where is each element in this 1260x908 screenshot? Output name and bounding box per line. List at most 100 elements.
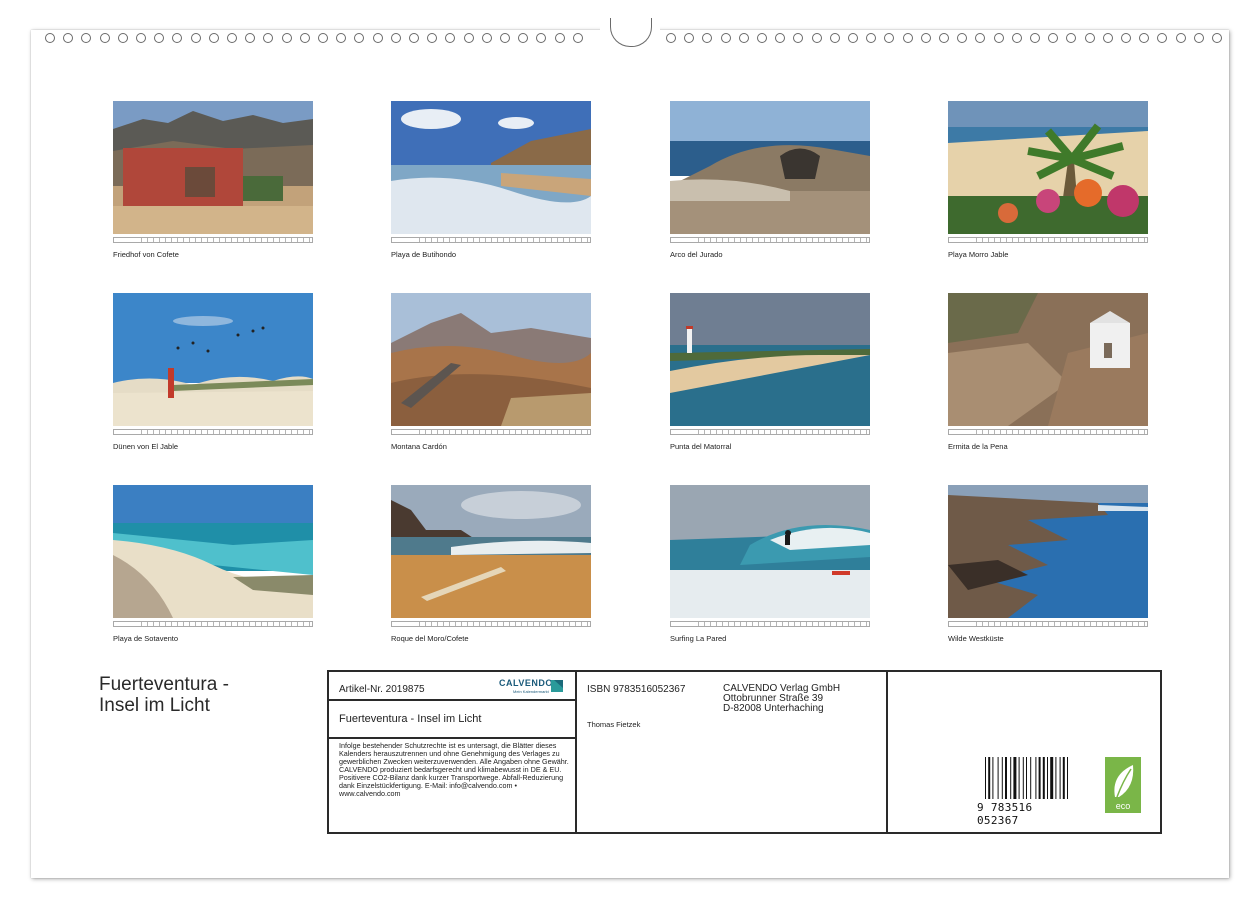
binding-hole	[1030, 33, 1040, 43]
barcode-bar	[1067, 757, 1068, 799]
date-grid	[391, 621, 591, 627]
barcode-bar	[1022, 757, 1024, 799]
binding-hole	[1048, 33, 1058, 43]
calendar-title-small: Fuerteventura - Insel im Licht	[339, 713, 482, 725]
binding-hole	[903, 33, 913, 43]
photo-card-12[interactable]: Wilde Westküste	[948, 485, 1148, 643]
binding-hole	[482, 33, 492, 43]
date-grid	[113, 621, 313, 627]
binding-hole	[757, 33, 767, 43]
date-grid	[113, 429, 313, 435]
binding-hole	[373, 33, 383, 43]
binding-hole	[500, 33, 510, 43]
photo-playa-de-butihondo	[391, 101, 591, 234]
binding-hole	[1157, 33, 1167, 43]
barcode-bar	[985, 757, 986, 799]
barcode-bar	[1050, 757, 1054, 799]
barcode-bar	[992, 757, 994, 799]
photo-wilde-westkueste	[948, 485, 1148, 618]
photo-card-10[interactable]: Roque del Moro/Cofete	[391, 485, 591, 643]
barcode-bar	[1038, 757, 1041, 799]
binding-hole	[830, 33, 840, 43]
barcode: 9 783516 052367	[977, 757, 1072, 827]
binding-hole	[1012, 33, 1022, 43]
photo-card-8[interactable]: Ermita de la Pena	[948, 293, 1148, 451]
publisher-address: CALVENDO Verlag GmbH Ottobrunner Straße …	[723, 684, 840, 714]
binding-hole	[318, 33, 328, 43]
binding-hole	[45, 33, 55, 43]
photo-caption: Wilde Westküste	[948, 634, 1004, 643]
barcode-bar	[1001, 757, 1003, 799]
barcode-digits: 9 783516 052367	[977, 801, 1033, 827]
binding-hole	[1085, 33, 1095, 43]
date-grid	[670, 621, 870, 627]
binding-hole	[702, 33, 712, 43]
barcode-bar	[1062, 757, 1065, 799]
photo-ermita-de-la-pena	[948, 293, 1148, 426]
photo-card-11[interactable]: Surfing La Pared	[670, 485, 870, 643]
eco-label: eco	[1116, 801, 1131, 811]
binding-hole	[884, 33, 894, 43]
binding-hole	[957, 33, 967, 43]
barcode-bar	[1055, 757, 1057, 799]
binding-hole	[336, 33, 346, 43]
calvendo-logo[interactable]: CALVENDO Mein Kalendermarkt	[499, 678, 565, 695]
binding-hole	[445, 33, 455, 43]
photo-card-6[interactable]: Montana Cardón	[391, 293, 591, 451]
author-name: Thomas Fietzek	[587, 720, 641, 729]
photo-playa-morro-jable	[948, 101, 1148, 234]
photo-caption: Punta del Matorral	[670, 442, 732, 451]
photo-card-1[interactable]: Friedhof von Cofete	[113, 101, 313, 259]
photo-card-3[interactable]: Arco del Jurado	[670, 101, 870, 259]
binding-hole	[1066, 33, 1076, 43]
binding-hole	[282, 33, 292, 43]
calvendo-logo-subtitle: Mein Kalendermarkt	[513, 689, 549, 694]
binding-hole	[118, 33, 128, 43]
barcode-bar	[1005, 757, 1007, 799]
photo-surfing-la-pared	[670, 485, 870, 618]
binding-hole	[739, 33, 749, 43]
binding-hole	[573, 33, 583, 43]
calvendo-logo-text: CALVENDO	[499, 678, 553, 688]
binding-hole	[866, 33, 876, 43]
photo-card-4[interactable]: Playa Morro Jable	[948, 101, 1148, 259]
calendar-title-row: Fuerteventura - Insel im Licht	[329, 701, 575, 739]
barcode-bar	[1010, 757, 1012, 799]
binding-hole	[464, 33, 474, 43]
photo-card-5[interactable]: Dünen von El Jable	[113, 293, 313, 451]
date-grid	[670, 237, 870, 243]
binding-hole	[63, 33, 73, 43]
binding-hole	[775, 33, 785, 43]
barcode-bar	[1013, 757, 1017, 799]
info-column-middle: ISBN 9783516052367 Thomas Fietzek CALVEN…	[577, 672, 888, 832]
photo-card-9[interactable]: Playa de Sotavento	[113, 485, 313, 643]
photo-roque-del-moro-cofete	[391, 485, 591, 618]
binding-hole	[666, 33, 676, 43]
binding-hole	[136, 33, 146, 43]
binding-hole	[300, 33, 310, 43]
photo-playa-de-sotavento	[113, 485, 313, 618]
binding-hole	[263, 33, 273, 43]
photo-caption: Friedhof von Cofete	[113, 250, 179, 259]
photo-caption: Montana Cardón	[391, 442, 447, 451]
isbn: ISBN 9783516052367	[587, 684, 686, 695]
binding-hole	[1103, 33, 1113, 43]
date-grid	[948, 237, 1148, 243]
barcode-bar	[1030, 757, 1032, 799]
photo-caption: Playa Morro Jable	[948, 250, 1009, 259]
date-grid	[948, 621, 1148, 627]
barcode-bars	[985, 757, 1068, 799]
photo-arco-del-jurado	[670, 101, 870, 234]
article-number: Artikel-Nr. 2019875	[339, 684, 425, 695]
binding-hole	[848, 33, 858, 43]
photo-card-7[interactable]: Punta del Matorral	[670, 293, 870, 451]
binding-hole	[536, 33, 546, 43]
photo-punta-del-matorral	[670, 293, 870, 426]
date-grid	[113, 237, 313, 243]
binding-hole	[427, 33, 437, 43]
photo-card-2[interactable]: Playa de Butihondo	[391, 101, 591, 259]
binding-hole	[975, 33, 985, 43]
calendar-title-line2: Insel im Licht	[99, 695, 210, 716]
binding-hole	[172, 33, 182, 43]
barcode-bar	[1018, 757, 1020, 799]
